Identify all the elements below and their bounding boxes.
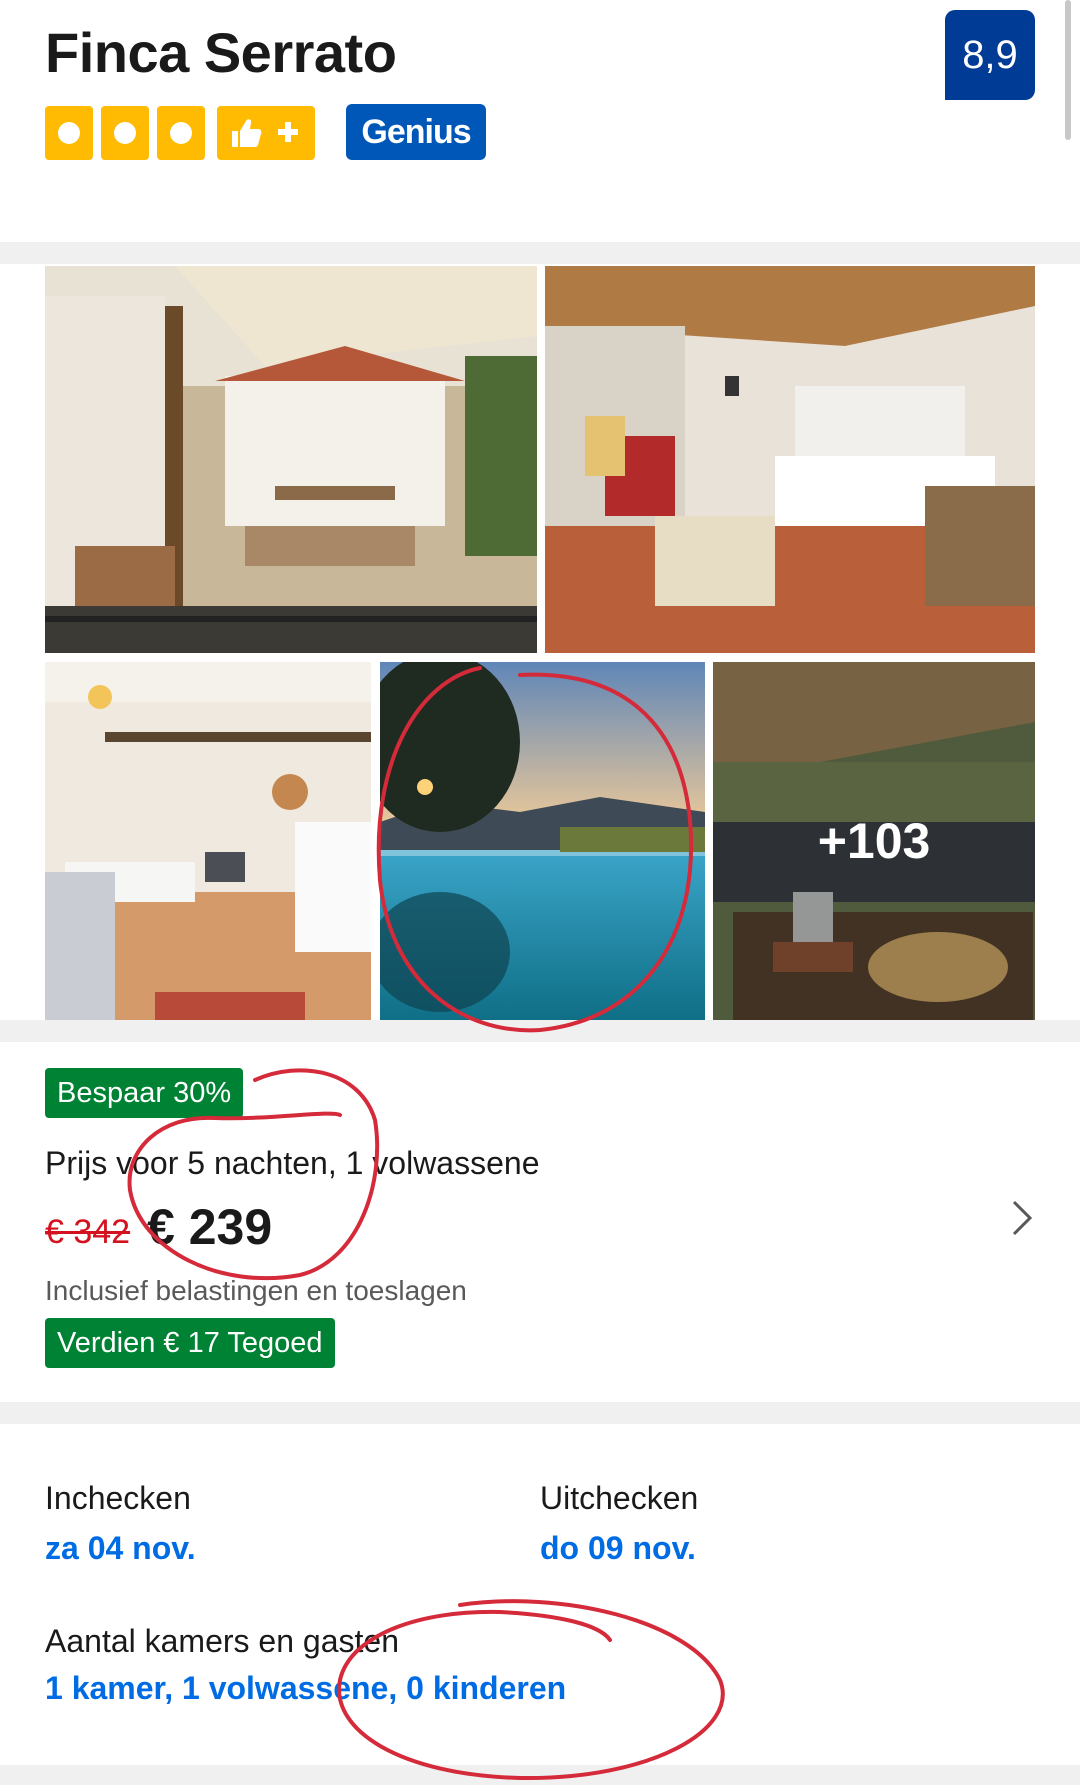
guests-value[interactable]: 1 kamer, 1 volwassene, 0 kinderen: [45, 1670, 566, 1707]
photo-pool[interactable]: [380, 662, 705, 1020]
price-description: Prijs voor 5 nachten, 1 volwassene: [45, 1145, 540, 1181]
genius-badge[interactable]: Genius: [346, 104, 486, 160]
star-icon: [101, 106, 149, 160]
section-divider: [0, 1402, 1080, 1424]
checkin-date[interactable]: za 04 nov.: [45, 1530, 196, 1567]
section-divider: [0, 1020, 1080, 1042]
checkout-date[interactable]: do 09 nov.: [540, 1530, 696, 1567]
chevron-right-icon[interactable]: [1002, 1198, 1042, 1238]
more-photos-count[interactable]: +103: [713, 662, 1035, 1020]
review-score-badge[interactable]: 8,9: [945, 10, 1035, 100]
old-price: € 342: [45, 1213, 131, 1251]
credit-badge: Verdien € 17 Tegoed: [45, 1318, 335, 1368]
current-price: € 239: [147, 1199, 273, 1255]
checkin-label: Inchecken: [45, 1480, 191, 1516]
scrollbar[interactable]: [1065, 0, 1071, 140]
guests-label: Aantal kamers en gasten: [45, 1623, 399, 1659]
section-divider: [0, 242, 1080, 264]
property-title: Finca Serrato: [45, 21, 397, 84]
thumbs-up-plus-icon: [232, 119, 298, 147]
section-divider: [0, 1765, 1080, 1785]
checkout-label: Uitchecken: [540, 1480, 699, 1516]
taxes-note: Inclusief belastingen en toeslagen: [45, 1275, 467, 1306]
star-icon: [45, 106, 93, 160]
preferred-plus-badge: [217, 106, 315, 160]
star-rating: [45, 106, 205, 160]
photo-patio[interactable]: [45, 266, 537, 653]
star-icon: [157, 106, 205, 160]
photo-bedroom[interactable]: [545, 266, 1035, 653]
discount-badge: Bespaar 30%: [45, 1068, 244, 1118]
photo-terrace-more[interactable]: +103: [713, 662, 1035, 1020]
photo-kitchen[interactable]: [45, 662, 371, 1020]
